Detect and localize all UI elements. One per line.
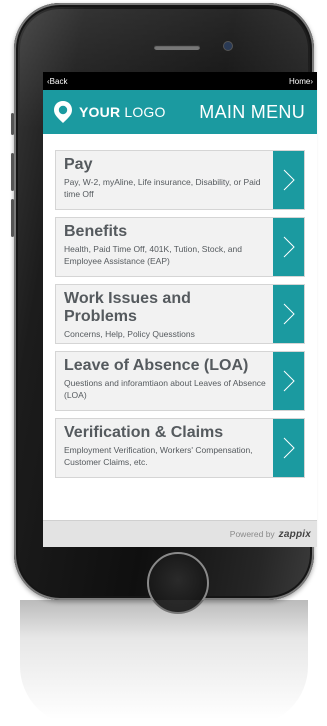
- menu-item-text: Verification & Claims Employment Verific…: [56, 419, 273, 477]
- footer: Powered by zappix: [43, 520, 317, 547]
- menu-item-title: Benefits: [64, 223, 128, 240]
- logo: YOUR LOGO: [53, 100, 166, 124]
- menu-item-benefits[interactable]: Benefits Health, Paid Time Off, 401K, Tu…: [55, 217, 305, 277]
- front-camera: [224, 42, 232, 50]
- mute-switch: [11, 113, 14, 135]
- speaker-grille: [154, 45, 200, 50]
- menu-item-text: Work Issues and Problems Concerns, Help,…: [56, 285, 273, 343]
- menu-item-arrow-button[interactable]: [273, 352, 304, 410]
- chevron-right-icon: [283, 236, 295, 258]
- menu-item-description: Pay, W-2, myAline, Life insurance, Disab…: [64, 177, 261, 199]
- menu-item-pay[interactable]: Pay Pay, W-2, myAline, Life insurance, D…: [55, 150, 305, 210]
- menu-item-arrow-button[interactable]: [273, 218, 304, 276]
- home-link[interactable]: Home›: [289, 77, 313, 86]
- chevron-right-icon: [283, 437, 295, 459]
- menu-item-text: Benefits Health, Paid Time Off, 401K, Tu…: [56, 218, 273, 276]
- menu-item-description: Health, Paid Time Off, 401K, Tution, Sto…: [64, 244, 242, 266]
- menu-item-arrow-button[interactable]: [273, 419, 304, 477]
- nav-bar: ‹Back Home›: [43, 72, 317, 90]
- menu-item-title: Leave of Absence (LOA): [64, 357, 249, 374]
- chevron-right-icon: [283, 370, 295, 392]
- menu-item-description: Concerns, Help, Policy Quesstions: [64, 329, 195, 339]
- menu-item-text: Leave of Absence (LOA) Questions and inf…: [56, 352, 273, 410]
- volume-up-button: [11, 153, 14, 191]
- menu-item-leave-of-absence[interactable]: Leave of Absence (LOA) Questions and inf…: [55, 351, 305, 411]
- powered-by-label: Powered by: [229, 529, 275, 539]
- phone-reflection: [20, 600, 308, 726]
- back-link[interactable]: ‹Back: [47, 77, 67, 86]
- page-title: MAIN MENU: [199, 101, 305, 122]
- chevron-right-icon: [283, 169, 295, 191]
- menu-item-arrow-button[interactable]: [273, 151, 304, 209]
- menu-item-title: Work Issues and Problems: [64, 290, 191, 325]
- phone-screen: ‹Back Home› YOUR LOGO MAIN MENU Pay Pay,…: [43, 72, 317, 547]
- logo-text: YOUR LOGO: [79, 104, 166, 120]
- menu-item-verification-claims[interactable]: Verification & Claims Employment Verific…: [55, 418, 305, 478]
- chevron-right-icon: [283, 303, 295, 325]
- menu-item-work-issues[interactable]: Work Issues and Problems Concerns, Help,…: [55, 284, 305, 344]
- brand-logo: zappix: [278, 528, 311, 540]
- location-pin-icon: [54, 101, 72, 123]
- logo-text-light: LOGO: [120, 104, 166, 120]
- menu-item-description: Questions and inforamtiaon about Leaves …: [64, 378, 266, 400]
- main-menu: Pay Pay, W-2, myAline, Life insurance, D…: [43, 134, 317, 478]
- app-header: YOUR LOGO MAIN MENU: [43, 90, 317, 134]
- menu-item-description: Employment Verification, Workers' Compen…: [64, 445, 253, 467]
- logo-text-bold: YOUR: [79, 104, 121, 120]
- menu-item-arrow-button[interactable]: [273, 285, 304, 343]
- menu-item-title: Pay: [64, 156, 93, 173]
- menu-item-text: Pay Pay, W-2, myAline, Life insurance, D…: [56, 151, 273, 209]
- volume-down-button: [11, 199, 14, 237]
- menu-item-title: Verification & Claims: [64, 424, 224, 441]
